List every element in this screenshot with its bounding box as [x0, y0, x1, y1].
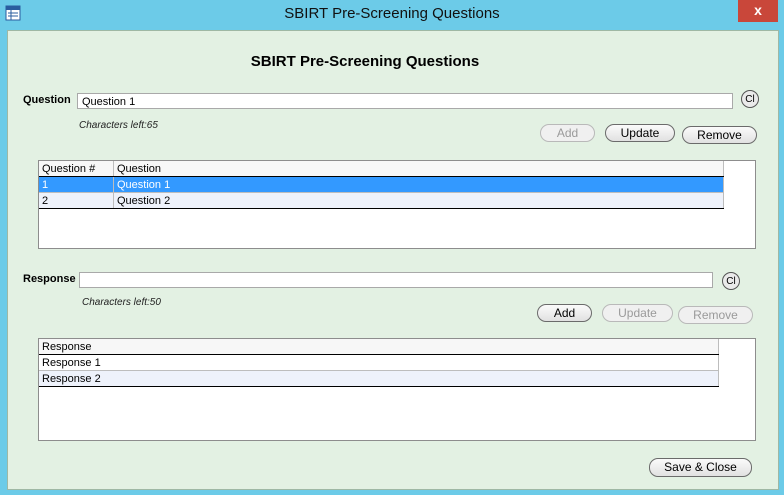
table-row[interactable]: 1 Question 1 [39, 176, 724, 193]
response-add-button[interactable]: Add [537, 304, 592, 322]
window-title: SBIRT Pre-Screening Questions [284, 5, 500, 22]
question-input[interactable]: Question 1 [77, 93, 733, 109]
response-text-cell: Response 2 [39, 370, 719, 387]
response-chars-left: Characters left:50 [82, 297, 161, 308]
app-window: SBIRT Pre-Screening Questions x SBIRT Pr… [0, 0, 784, 495]
close-icon: x [754, 2, 762, 18]
form-area: SBIRT Pre-Screening Questions Question Q… [7, 30, 779, 490]
question-label: Question [23, 94, 71, 106]
question-remove-button[interactable]: Remove [682, 126, 757, 144]
table-row[interactable]: Response 1 [39, 354, 719, 371]
save-close-button[interactable]: Save & Close [649, 458, 752, 477]
question-number-cell: 1 [39, 176, 114, 193]
question-grid[interactable]: Question # Question 1 Question 1 2 Quest… [38, 160, 756, 249]
question-text-cell: Question 2 [113, 192, 724, 209]
response-grid[interactable]: Response Response 1 Response 2 [38, 338, 756, 441]
response-clear-button[interactable]: Cl [722, 272, 740, 290]
question-update-button[interactable]: Update [605, 124, 675, 142]
title-bar[interactable]: SBIRT Pre-Screening Questions x [0, 0, 784, 30]
question-chars-left: Characters left:65 [79, 120, 158, 131]
question-add-button[interactable]: Add [540, 124, 595, 142]
question-number-cell: 2 [39, 192, 114, 209]
response-input[interactable] [79, 272, 713, 288]
table-row[interactable]: Response 2 [39, 370, 719, 387]
response-remove-button[interactable]: Remove [678, 306, 753, 324]
response-label: Response [23, 273, 76, 285]
column-header[interactable]: Response [39, 339, 719, 355]
close-window-button[interactable]: x [738, 0, 778, 22]
response-grid-header: Response [39, 339, 719, 355]
response-update-button[interactable]: Update [602, 304, 673, 322]
table-row[interactable]: 2 Question 2 [39, 192, 724, 209]
response-text-cell: Response 1 [39, 354, 719, 371]
question-text-cell: Question 1 [113, 176, 724, 193]
column-header[interactable]: Question [113, 161, 724, 177]
question-grid-header: Question # Question [39, 161, 724, 177]
column-header[interactable]: Question # [39, 161, 114, 177]
form-heading: SBIRT Pre-Screening Questions [250, 53, 480, 70]
question-clear-button[interactable]: Cl [741, 90, 759, 108]
